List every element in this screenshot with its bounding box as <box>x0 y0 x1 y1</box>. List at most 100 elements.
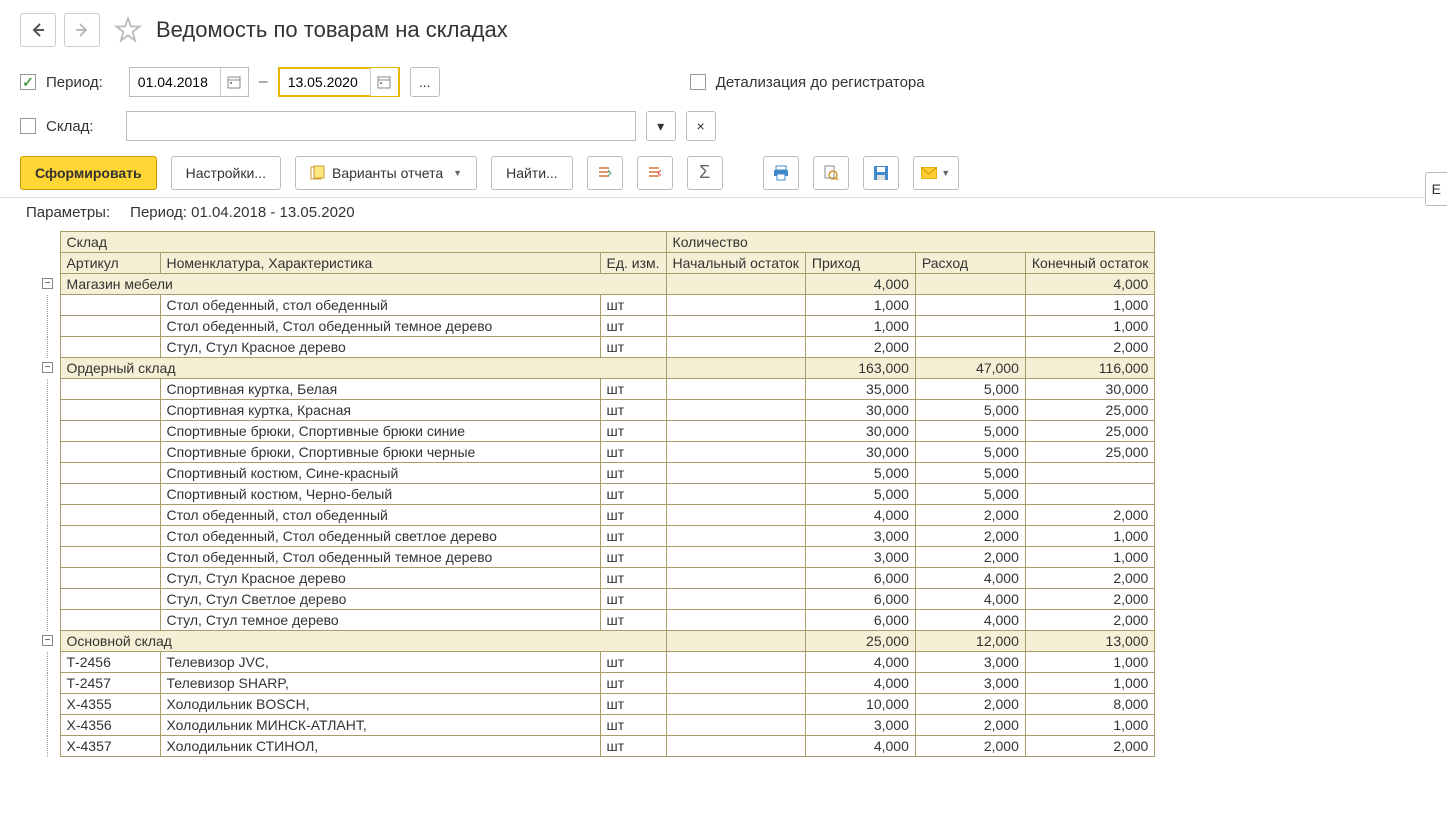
cell-out: 2,000 <box>915 736 1025 757</box>
cell-in: 4,000 <box>805 274 915 295</box>
warehouse-clear-button[interactable]: × <box>686 111 716 141</box>
report-variants-button[interactable]: Варианты отчета ▼ <box>295 156 477 190</box>
cell-out: 2,000 <box>915 715 1025 736</box>
cell-start <box>666 673 805 694</box>
warehouse-checkbox[interactable] <box>20 118 36 134</box>
settings-button[interactable]: Настройки... <box>171 156 281 190</box>
cell-article: Т-2456 <box>60 652 160 673</box>
favorite-star-icon[interactable] <box>114 16 142 44</box>
table-row: Стол обеденный, Стол обеденный темное де… <box>40 547 1155 568</box>
cell-end: 13,000 <box>1025 631 1154 652</box>
cell-unit: шт <box>600 316 666 337</box>
warehouse-select[interactable] <box>126 111 636 141</box>
generate-button[interactable]: Сформировать <box>20 156 157 190</box>
cell-article <box>60 610 160 631</box>
cell-end: 1,000 <box>1025 547 1154 568</box>
period-more-button[interactable]: ... <box>410 67 440 97</box>
cell-out: 2,000 <box>915 547 1025 568</box>
cell-out <box>915 337 1025 358</box>
cell-out: 5,000 <box>915 379 1025 400</box>
date-from-field[interactable] <box>129 67 249 97</box>
cell-end: 2,000 <box>1025 568 1154 589</box>
date-to-calendar-icon[interactable] <box>370 68 398 96</box>
report-icon <box>310 165 326 181</box>
cell-start <box>666 526 805 547</box>
col-warehouse: Склад <box>60 232 666 253</box>
table-row: Стол обеденный, Стол обеденный светлое д… <box>40 526 1155 547</box>
printer-icon <box>773 165 789 181</box>
cell-end: 2,000 <box>1025 589 1154 610</box>
cell-in: 6,000 <box>805 589 915 610</box>
col-nomen: Номенклатура, Характеристика <box>160 253 600 274</box>
cell-start <box>666 295 805 316</box>
expand-groups-button[interactable] <box>587 156 623 190</box>
back-button[interactable] <box>20 13 56 47</box>
report-variants-label: Варианты отчета <box>332 165 443 181</box>
email-button[interactable]: ▼ <box>913 156 959 190</box>
cell-article <box>60 547 160 568</box>
cell-end: 1,000 <box>1025 316 1154 337</box>
date-to-field[interactable] <box>278 67 400 97</box>
group-toggle[interactable]: − <box>42 362 53 373</box>
cell-nomen: Стол обеденный, Стол обеденный темное де… <box>160 316 600 337</box>
find-button[interactable]: Найти... <box>491 156 573 190</box>
detail-checkbox[interactable] <box>690 74 706 90</box>
settings-button-label: Настройки... <box>186 165 266 181</box>
mail-icon <box>921 167 937 179</box>
group-toggle[interactable]: − <box>42 635 53 646</box>
cell-article: Х-4355 <box>60 694 160 715</box>
cell-out: 4,000 <box>915 568 1025 589</box>
cell-in: 1,000 <box>805 295 915 316</box>
cell-out: 5,000 <box>915 400 1025 421</box>
table-row: Стул, Стул Красное дерево шт 2,000 2,000 <box>40 337 1155 358</box>
sum-button[interactable]: Σ <box>687 156 723 190</box>
table-row: Спортивная куртка, Красная шт 30,000 5,0… <box>40 400 1155 421</box>
collapse-groups-button[interactable] <box>637 156 673 190</box>
cell-article <box>60 295 160 316</box>
col-start: Начальный остаток <box>666 253 805 274</box>
find-button-label: Найти... <box>506 165 558 181</box>
cell-out: 5,000 <box>915 442 1025 463</box>
cell-end: 1,000 <box>1025 673 1154 694</box>
cell-in: 10,000 <box>805 694 915 715</box>
period-checkbox[interactable] <box>20 74 36 90</box>
cell-in: 6,000 <box>805 610 915 631</box>
cell-out: 5,000 <box>915 421 1025 442</box>
period-label: Период: <box>46 74 103 91</box>
cell-end: 1,000 <box>1025 526 1154 547</box>
cell-nomen: Холодильник СТИНОЛ, <box>160 736 600 757</box>
cell-nomen: Стул, Стул темное дерево <box>160 610 600 631</box>
cell-nomen: Холодильник МИНСК-АТЛАНТ, <box>160 715 600 736</box>
forward-button[interactable] <box>64 13 100 47</box>
date-from-calendar-icon[interactable] <box>220 68 248 96</box>
cell-article <box>60 421 160 442</box>
right-panel-toggle[interactable]: Е <box>1425 172 1447 206</box>
cell-start <box>666 715 805 736</box>
date-to-input[interactable] <box>280 70 370 94</box>
cell-start <box>666 463 805 484</box>
group-toggle[interactable]: − <box>42 278 53 289</box>
cell-unit: шт <box>600 421 666 442</box>
date-from-input[interactable] <box>130 70 220 94</box>
cell-start <box>666 589 805 610</box>
cell-unit: шт <box>600 673 666 694</box>
warehouse-dropdown-button[interactable]: ▾ <box>646 111 676 141</box>
cell-out <box>915 316 1025 337</box>
table-row: Х-4357 Холодильник СТИНОЛ, шт 4,000 2,00… <box>40 736 1155 757</box>
cell-nomen: Стол обеденный, стол обеденный <box>160 295 600 316</box>
cell-unit: шт <box>600 505 666 526</box>
preview-button[interactable] <box>813 156 849 190</box>
table-row: Стол обеденный, Стол обеденный темное де… <box>40 316 1155 337</box>
cell-unit: шт <box>600 400 666 421</box>
cell-in: 4,000 <box>805 673 915 694</box>
cell-end: 1,000 <box>1025 295 1154 316</box>
report-parameters: Параметры: Период: 01.04.2018 - 13.05.20… <box>20 198 1437 231</box>
cell-article <box>60 589 160 610</box>
table-row: Спортивные брюки, Спортивные брюки черны… <box>40 442 1155 463</box>
save-button[interactable] <box>863 156 899 190</box>
cell-start <box>666 379 805 400</box>
cell-article <box>60 379 160 400</box>
print-button[interactable] <box>763 156 799 190</box>
magnifier-icon <box>823 165 839 181</box>
cell-nomen: Стул, Стул Светлое дерево <box>160 589 600 610</box>
